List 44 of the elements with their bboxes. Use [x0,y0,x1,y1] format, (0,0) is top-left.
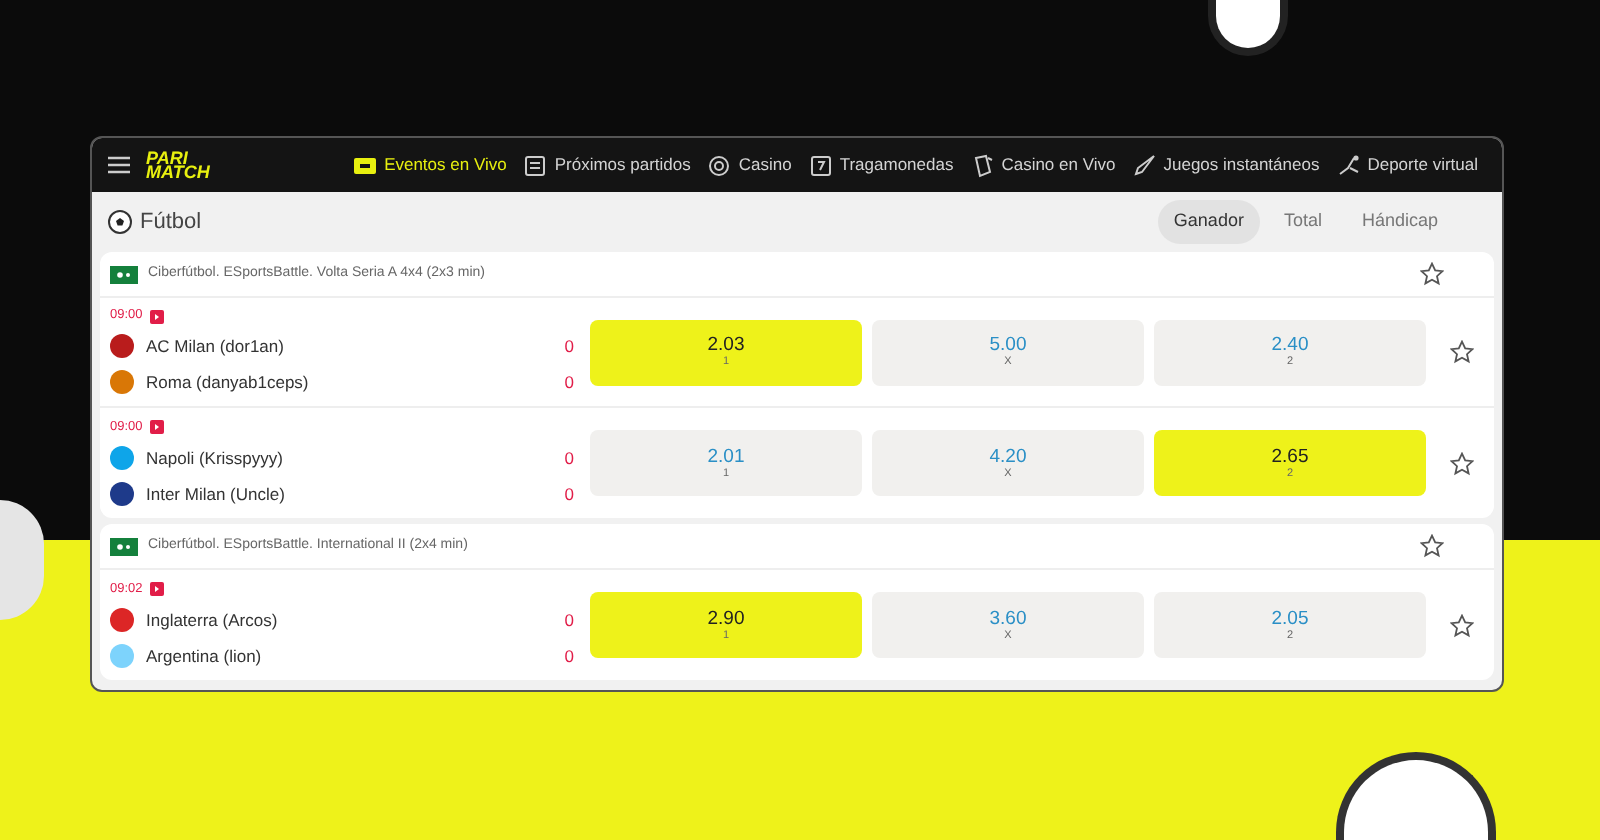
team-score: 0 [564,445,574,471]
team-name: Argentina (lion) [146,643,262,669]
team-score: 0 [564,643,574,669]
kick-icon [1337,153,1360,177]
star-icon[interactable] [1450,340,1474,364]
nav-link[interactable]: Eventos en Vivo [354,152,507,178]
team-name: Roma (danyab1ceps) [146,370,309,396]
star-icon[interactable] [1420,262,1444,286]
team-score: 0 [564,481,574,507]
sport-title: Fútbol [140,207,202,238]
chip-icon [708,153,731,177]
field-icon [110,537,138,555]
nav-link[interactable]: Deporte virtual [1337,152,1478,178]
market-tab[interactable]: Ganador [1157,200,1260,244]
slot-icon [809,153,832,177]
nav-link[interactable]: Casino [708,152,792,178]
team-score: 0 [564,607,574,633]
video-icon [150,309,165,323]
star-icon[interactable] [1420,534,1444,558]
video-icon [150,420,165,434]
logo-text[interactable]: PARI [146,151,210,165]
team-name: AC Milan (dor1an) [146,334,284,360]
star-icon[interactable] [1450,613,1474,637]
star-icon[interactable] [1450,451,1474,475]
team-score: 0 [564,334,574,360]
video-icon [150,582,165,596]
team-name: Inter Milan (Uncle) [146,481,285,507]
rocket-icon [1133,153,1156,177]
ball-icon [108,210,132,234]
cards-icon [971,153,994,177]
nav-link[interactable]: Juegos instantáneos [1133,152,1320,178]
logo-text[interactable]: MATCH [146,165,210,179]
nav-link[interactable]: Próximos partidos [524,152,691,178]
field-icon [110,265,138,283]
nav-link[interactable]: Tragamonedas [809,152,954,178]
nav-link[interactable]: Casino en Vivo [971,152,1116,178]
live-icon [354,153,377,177]
calendar-icon [524,153,547,177]
team-name: Napoli (Krisspyyy) [146,445,283,471]
team-score: 0 [564,370,574,396]
market-tab[interactable]: Hándicap [1345,200,1454,244]
team-name: Inglaterra (Arcos) [146,607,278,633]
menu-icon[interactable] [108,156,130,174]
market-tab[interactable]: Total [1267,200,1338,244]
